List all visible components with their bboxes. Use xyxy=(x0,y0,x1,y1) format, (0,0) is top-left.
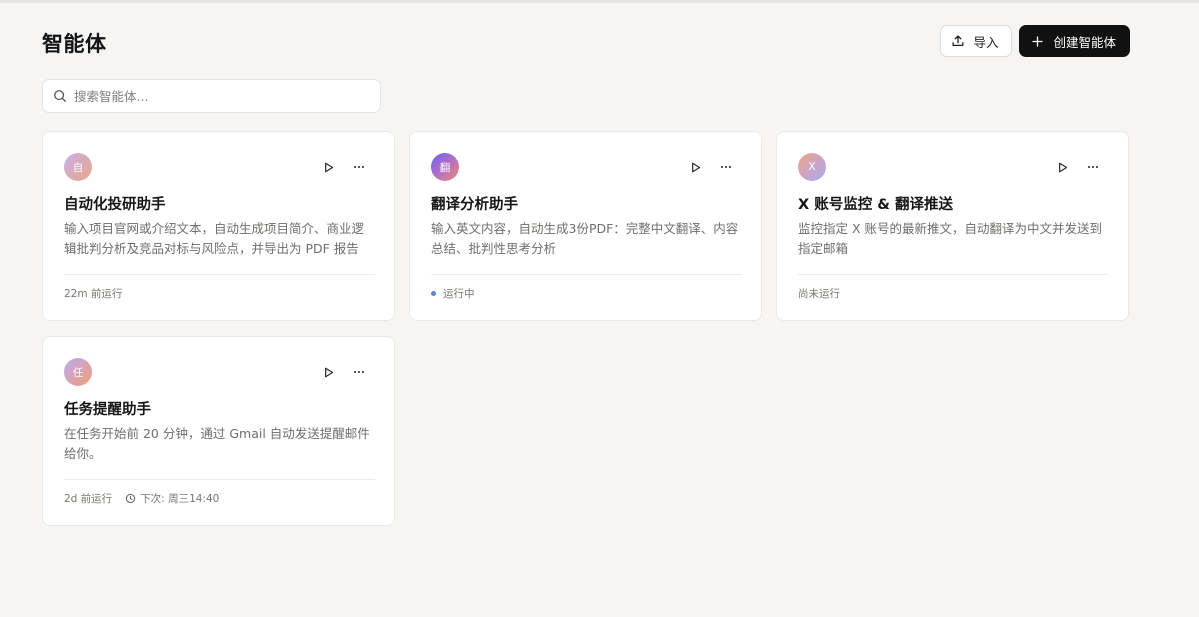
create-agent-button[interactable]: 创建智能体 xyxy=(1019,25,1130,57)
play-icon[interactable] xyxy=(320,364,336,380)
play-icon[interactable] xyxy=(1054,159,1070,175)
divider xyxy=(798,274,1109,275)
avatar: X xyxy=(798,153,826,181)
agent-card[interactable]: 自 自动化投研助手 输入项目官网或介绍文本，自动生成项目简介、商业逻辑批判分析及… xyxy=(42,131,395,321)
upload-icon xyxy=(950,34,965,49)
running-status-dot xyxy=(431,290,436,296)
card-footer: 2d 前运行 下次: 周三14:40 xyxy=(64,490,219,506)
card-description: 输入项目官网或介绍文本，自动生成项目简介、商业逻辑批判分析及竞品对标与风险点，并… xyxy=(64,221,365,256)
search-icon xyxy=(53,89,67,103)
plus-icon xyxy=(1030,34,1045,49)
avatar: 任 xyxy=(64,358,92,386)
page-title: 智能体 xyxy=(42,32,107,56)
last-run-text: 22m 前运行 xyxy=(64,287,123,300)
avatar: 自 xyxy=(64,153,92,181)
card-description: 输入英文内容，自动生成3份PDF：完整中文翻译、内容总结、批判性思考分析 xyxy=(431,221,739,256)
next-run-text: 下次: 周三14:40 xyxy=(140,492,220,505)
card-description: 监控指定 X 账号的最新推文，自动翻译为中文并发送到指定邮箱 xyxy=(798,221,1103,256)
header-actions: 导入 创建智能体 xyxy=(940,25,1130,57)
page-header: 智能体 导入 创建智能体 xyxy=(42,24,1130,58)
next-run: 下次: 周三14:40 xyxy=(125,491,219,506)
divider xyxy=(64,479,375,480)
card-title: 翻译分析助手 xyxy=(431,197,518,213)
import-button[interactable]: 导入 xyxy=(940,25,1013,57)
agent-card[interactable]: 翻 翻译分析助手 输入英文内容，自动生成3份PDF：完整中文翻译、内容总结、批判… xyxy=(409,131,762,321)
create-agent-button-label: 创建智能体 xyxy=(1053,34,1116,50)
card-title: 自动化投研助手 xyxy=(64,197,166,213)
last-run-text: 2d 前运行 xyxy=(64,492,113,505)
last-run-text: 尚未运行 xyxy=(798,287,840,300)
divider xyxy=(64,274,375,275)
card-footer: 运行中 xyxy=(431,285,475,301)
more-horizontal-icon[interactable] xyxy=(351,364,367,380)
search-box xyxy=(42,79,381,113)
status-text: 运行中 xyxy=(443,287,475,300)
more-horizontal-icon[interactable] xyxy=(1085,159,1101,175)
divider xyxy=(431,274,742,275)
more-horizontal-icon[interactable] xyxy=(718,159,734,175)
agent-card[interactable]: X X 账号监控 & 翻译推送 监控指定 X 账号的最新推文，自动翻译为中文并发… xyxy=(776,131,1129,321)
agent-card[interactable]: 任 任务提醒助手 在任务开始前 20 分钟，通过 Gmail 自动发送提醒邮件给… xyxy=(42,336,395,526)
card-footer: 22m 前运行 xyxy=(64,285,122,301)
import-button-label: 导入 xyxy=(973,34,999,50)
card-title: X 账号监控 & 翻译推送 xyxy=(798,197,953,213)
clock-icon xyxy=(125,493,136,504)
card-description: 在任务开始前 20 分钟，通过 Gmail 自动发送提醒邮件给你。 xyxy=(64,426,370,461)
card-title: 任务提醒助手 xyxy=(64,402,151,418)
play-icon[interactable] xyxy=(687,159,703,175)
avatar: 翻 xyxy=(431,153,459,181)
play-icon[interactable] xyxy=(320,159,336,175)
card-footer: 尚未运行 xyxy=(798,285,840,301)
search-input[interactable] xyxy=(74,88,354,104)
more-horizontal-icon[interactable] xyxy=(351,159,367,175)
top-border xyxy=(0,0,1199,3)
